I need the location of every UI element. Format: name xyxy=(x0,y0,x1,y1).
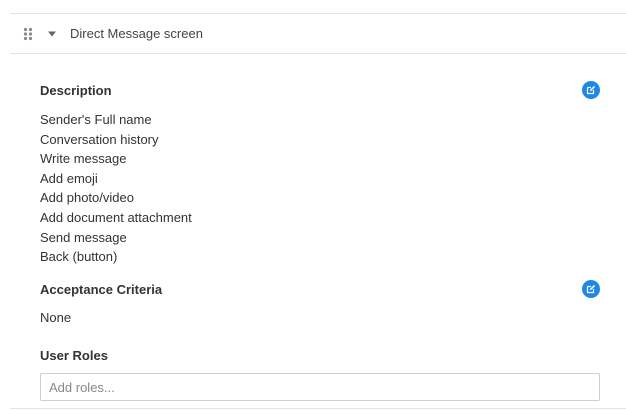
list-item: Add document attachment xyxy=(40,209,192,225)
edit-icon xyxy=(586,85,596,95)
caret-down-icon[interactable] xyxy=(44,31,60,37)
list-item: Sender's Full name xyxy=(40,112,152,127)
acceptance-criteria-heading: Acceptance Criteria xyxy=(40,282,163,297)
panel-bottom-divider xyxy=(10,408,626,409)
list-item: Write message xyxy=(40,151,127,167)
panel-header[interactable]: Direct Message screen xyxy=(10,14,626,54)
description-list: Sender's Full name Conversation history … xyxy=(40,110,192,267)
edit-acceptance-criteria-button[interactable] xyxy=(582,280,600,298)
list-item: Add emoji xyxy=(40,170,98,186)
edit-icon xyxy=(586,284,596,294)
list-item: Conversation history xyxy=(40,131,159,147)
drag-handle-icon[interactable] xyxy=(14,27,42,41)
acceptance-criteria-value: None xyxy=(40,310,72,325)
list-item: Send message xyxy=(40,229,127,245)
description-heading: Description xyxy=(40,83,112,98)
list-item: Back (button) xyxy=(40,249,118,265)
user-roles-input[interactable] xyxy=(40,373,600,401)
user-roles-heading: User Roles xyxy=(40,348,108,363)
edit-description-button[interactable] xyxy=(582,81,600,99)
list-item: Add photo/video xyxy=(40,190,134,206)
panel-title: Direct Message screen xyxy=(70,26,203,41)
